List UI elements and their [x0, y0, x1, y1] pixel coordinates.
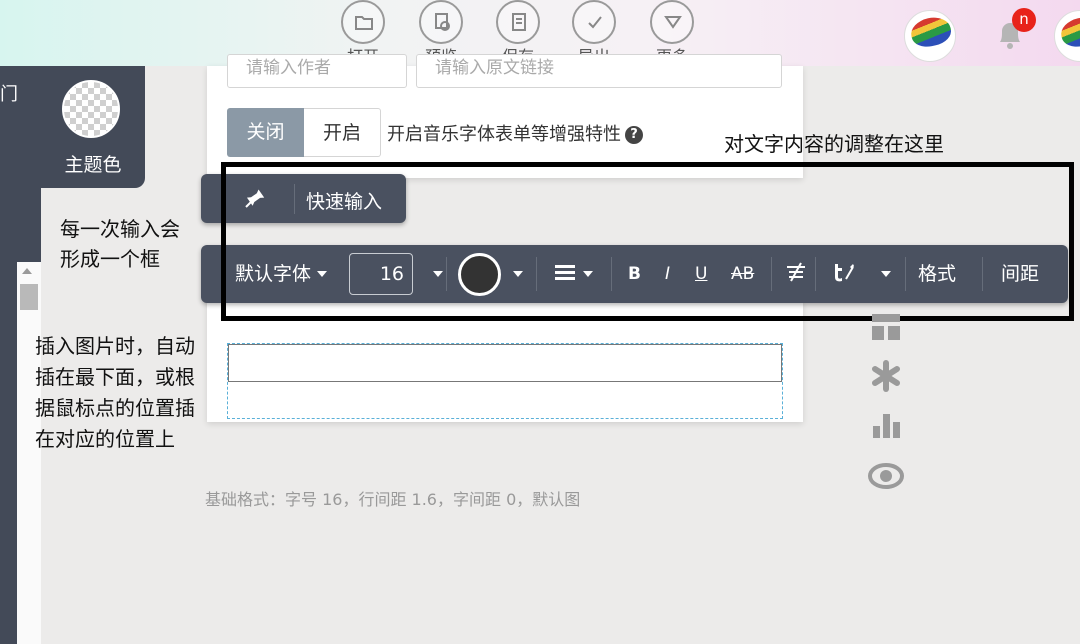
school-logo-icon	[908, 14, 954, 50]
annotation-highlight-box	[221, 162, 1074, 321]
notification-badge[interactable]: n	[1012, 8, 1036, 32]
eye-icon[interactable]	[866, 456, 906, 496]
avatar[interactable]	[904, 10, 956, 62]
annotation-input-box: 每一次输入会 形成一个框	[60, 214, 180, 274]
image-insert-slot[interactable]	[227, 343, 783, 419]
link-input[interactable]: 请输入原文链接	[416, 54, 782, 88]
layout-grid-icon[interactable]	[866, 310, 906, 350]
author-input[interactable]: 请输入作者	[227, 54, 407, 88]
feature-label: 开启音乐字体表单等增强特性	[387, 124, 621, 145]
basic-format-info: 基础格式：字号 16，行间距 1.6，字间距 0，默认图	[205, 490, 581, 509]
annotation-line: 形成一个框	[60, 247, 160, 271]
avatar-secondary[interactable]	[1054, 10, 1080, 62]
enhance-toggle[interactable]: 关闭 开启	[227, 108, 381, 157]
theme-color-panel[interactable]: 主题色	[41, 66, 145, 188]
check-icon	[572, 0, 616, 44]
theme-swatch-icon[interactable]	[62, 80, 120, 138]
save-icon	[496, 0, 540, 44]
annotation-line: 据鼠标点的位置插	[35, 396, 195, 420]
asterisk-icon[interactable]	[866, 356, 906, 396]
sidebar-text: 门	[0, 84, 18, 105]
feature-text: 开启音乐字体表单等增强特性?	[387, 120, 643, 146]
bar-chart-icon[interactable]	[866, 406, 906, 446]
preview-icon	[419, 0, 463, 44]
folder-icon	[341, 0, 385, 44]
school-logo-icon	[1058, 14, 1080, 50]
annotation-line: 在对应的位置上	[35, 427, 175, 451]
scroll-thumb[interactable]	[20, 284, 38, 310]
link-placeholder: 请输入原文链接	[435, 58, 554, 78]
author-placeholder: 请输入作者	[246, 58, 331, 78]
text-input-box[interactable]	[228, 344, 782, 382]
help-icon[interactable]: ?	[625, 126, 643, 144]
theme-label: 主题色	[64, 154, 122, 176]
annotation-top: 对文字内容的调整在这里	[724, 132, 944, 156]
annotation-insert-image: 插入图片时，自动 插在最下面，或根 据鼠标点的位置插 在对应的位置上	[35, 331, 195, 455]
scroll-up-icon[interactable]	[22, 268, 32, 274]
annotation-line: 插在最下面，或根	[35, 365, 195, 389]
chevron-down-icon	[650, 0, 694, 44]
toggle-on-button[interactable]: 开启	[304, 108, 381, 157]
toggle-off-button[interactable]: 关闭	[227, 108, 304, 157]
annotation-line: 每一次输入会	[60, 217, 180, 241]
annotation-line: 插入图片时，自动	[35, 334, 195, 358]
